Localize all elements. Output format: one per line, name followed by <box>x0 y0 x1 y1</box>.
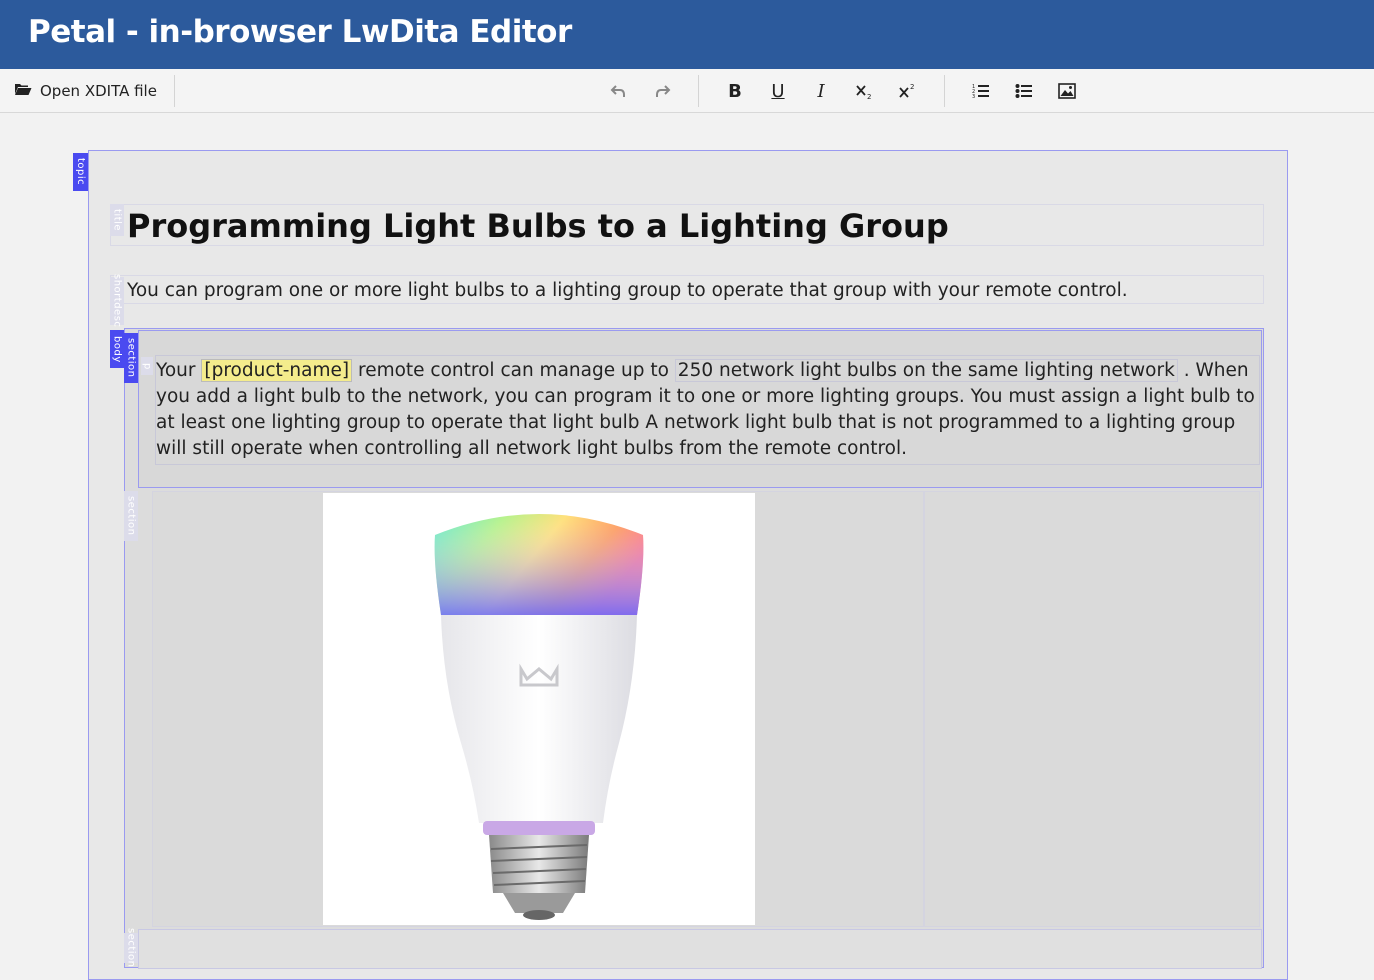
superscript-icon: 2 <box>897 82 917 100</box>
app-header: Petal - in-browser LwDita Editor <box>0 0 1374 69</box>
section-tag[interactable]: section <box>124 333 138 383</box>
italic-button[interactable]: I <box>808 79 834 103</box>
editor-canvas: topic Programming Light Bulbs to a Light… <box>0 113 1374 980</box>
toolbar-divider <box>698 75 699 107</box>
bold-button[interactable]: B <box>722 79 748 103</box>
paragraph-text[interactable]: Your [product-name] remote control can m… <box>156 358 1260 462</box>
image-icon <box>1058 83 1076 99</box>
ordered-list-icon: 1 2 3 <box>972 82 990 100</box>
app-title: Petal - in-browser LwDita Editor <box>28 14 572 50</box>
p-tag[interactable]: p <box>141 357 153 375</box>
toolbar: Open XDITA file B U I 2 2 1 2 3 <box>0 69 1374 113</box>
svg-text:2: 2 <box>910 83 914 91</box>
section-tag-2[interactable]: section <box>124 491 138 541</box>
title-tag[interactable]: title <box>110 204 124 236</box>
shortdesc-block[interactable]: You can program one or more light bulbs … <box>110 275 1264 304</box>
open-file-label: Open XDITA file <box>40 82 157 100</box>
product-name-placeholder[interactable]: [product-name] <box>201 359 353 382</box>
insert-image-button[interactable] <box>1054 79 1080 103</box>
subscript-button[interactable]: 2 <box>851 79 877 103</box>
svg-text:3: 3 <box>972 94 975 100</box>
svg-text:2: 2 <box>867 93 871 100</box>
ordered-list-button[interactable]: 1 2 3 <box>968 79 994 103</box>
document-title[interactable]: Programming Light Bulbs to a Lighting Gr… <box>127 207 949 245</box>
topic-tag[interactable]: topic <box>73 153 88 191</box>
folder-open-icon <box>14 82 32 100</box>
paragraph-block[interactable]: Your [product-name] remote control can m… <box>155 355 1260 465</box>
undo-icon <box>610 83 628 99</box>
open-file-button[interactable]: Open XDITA file <box>14 80 157 102</box>
bold-icon: B <box>728 80 742 102</box>
body-tag[interactable]: body <box>110 330 124 368</box>
unordered-list-icon <box>1015 82 1033 100</box>
italic-icon: I <box>817 80 825 102</box>
paragraph-text-part: Your <box>156 360 202 381</box>
title-block[interactable]: Programming Light Bulbs to a Lighting Gr… <box>110 204 1264 246</box>
toolbar-divider <box>174 75 175 107</box>
underline-icon: U <box>771 80 785 102</box>
section-tag-3[interactable]: section <box>124 928 138 968</box>
section-block-3[interactable] <box>138 929 1262 969</box>
redo-button[interactable] <box>649 79 675 103</box>
phrase-element[interactable]: 250 network light bulbs on the same ligh… <box>674 359 1178 382</box>
toolbar-divider <box>944 75 945 107</box>
underline-button[interactable]: U <box>765 79 791 103</box>
paragraph-text-part: remote control can manage up to <box>358 360 675 381</box>
undo-button[interactable] <box>606 79 632 103</box>
shortdesc-text[interactable]: You can program one or more light bulbs … <box>127 280 1128 301</box>
shortdesc-tag[interactable]: shortdesc <box>110 274 124 328</box>
empty-cell[interactable] <box>924 491 1260 927</box>
unordered-list-button[interactable] <box>1011 79 1037 103</box>
redo-icon <box>653 83 671 99</box>
superscript-button[interactable]: 2 <box>894 79 920 103</box>
light-bulb-image[interactable] <box>323 493 755 925</box>
subscript-icon: 2 <box>854 82 874 100</box>
